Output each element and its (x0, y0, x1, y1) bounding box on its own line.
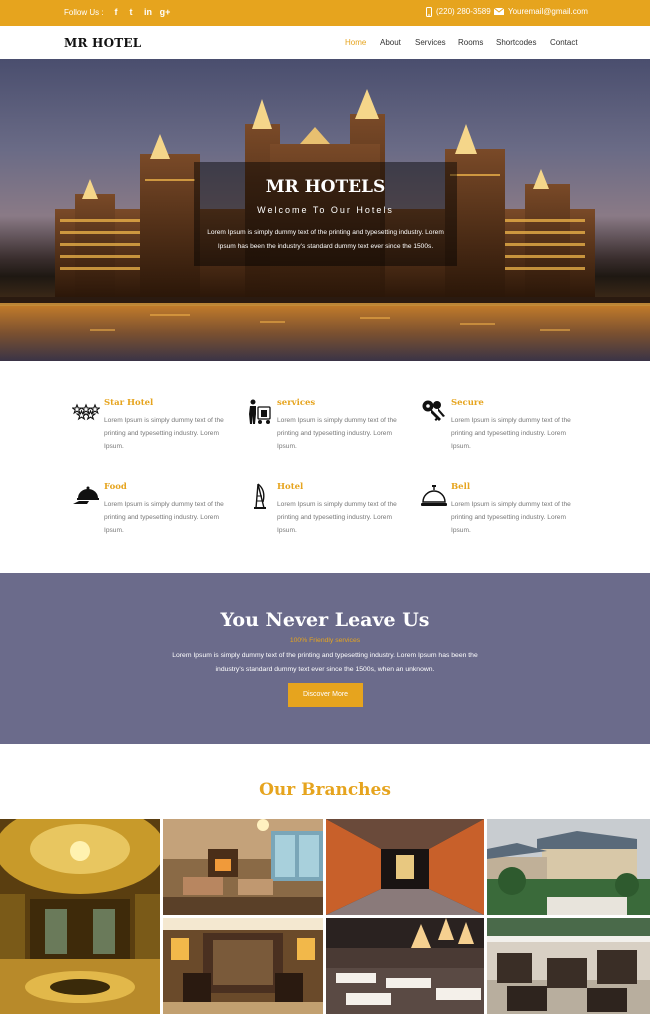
phone-icon (426, 7, 432, 17)
main-navbar: MR HOTEL Home About Services Rooms Short… (0, 26, 650, 59)
branch-photo-patio-seating[interactable] (487, 918, 650, 1014)
phone-contact[interactable]: (220) 280-3589 (426, 7, 491, 17)
hero-title: MR HOTELS (265, 177, 386, 197)
email-address: Youremail@gmail.com (508, 7, 588, 16)
branch-photo-golden-lobby[interactable] (0, 819, 160, 1014)
hero-banner: MR HOTELS Welcome To Our Hotels Lorem Ip… (0, 59, 650, 361)
email-contact[interactable]: Youremail@gmail.com (494, 7, 588, 16)
linkedin-icon[interactable]: in (142, 6, 154, 18)
branches-title: Our Branches (259, 780, 391, 800)
site-logo[interactable]: MR HOTEL (64, 36, 141, 50)
food-cloche-icon (73, 486, 99, 504)
nav-home[interactable]: Home (345, 38, 366, 47)
nav-rooms[interactable]: Rooms (458, 38, 483, 47)
branch-photo-resort-exterior[interactable] (487, 819, 650, 915)
twitter-icon[interactable]: t (125, 6, 137, 18)
service-title-services: services (277, 398, 316, 408)
hotel-tower-icon (254, 483, 266, 509)
bellboy-icon (249, 399, 271, 424)
facebook-icon[interactable]: f (110, 6, 122, 18)
banner-subtitle: 100% Friendly services (289, 637, 361, 644)
stars-icon (72, 403, 100, 421)
nav-about[interactable]: About (380, 38, 401, 47)
service-title-food: Food (104, 482, 127, 492)
nav-contact[interactable]: Contact (550, 38, 578, 47)
phone-number: (220) 280-3589 (436, 7, 491, 17)
promo-banner: You Never Leave Us 100% Friendly service… (0, 573, 650, 744)
service-text-secure: Lorem Ipsum is simply dummy text of the … (451, 417, 571, 450)
service-title-star-hotel: Star Hotel (104, 398, 154, 408)
service-bell-icon (421, 485, 447, 506)
nav-shortcodes[interactable]: Shortcodes (496, 38, 536, 47)
branch-photo-dining-hall[interactable] (326, 918, 484, 1014)
service-text-bell: Lorem Ipsum is simply dummy text of the … (451, 501, 571, 534)
hero-description: Lorem Ipsum is simply dummy text of the … (207, 229, 444, 250)
mail-icon (494, 8, 504, 16)
banner-description: Lorem Ipsum is simply dummy text of the … (172, 652, 478, 673)
service-title-secure: Secure (451, 398, 484, 408)
top-bar: Follow Us : f t in g+ (220) 280-3589 You… (0, 0, 650, 26)
service-title-hotel: Hotel (277, 482, 304, 492)
nav-services[interactable]: Services (415, 38, 446, 47)
branch-photo-orange-hallway[interactable] (326, 819, 484, 915)
service-text-food: Lorem Ipsum is simply dummy text of the … (104, 501, 224, 534)
branch-photo-lobby-lamps[interactable] (163, 918, 323, 1014)
service-title-bell: Bell (451, 482, 471, 492)
branch-photo-lounge-fireplace[interactable] (163, 819, 323, 915)
hero-subtitle: Welcome To Our Hotels (257, 205, 394, 215)
service-text-star-hotel: Lorem Ipsum is simply dummy text of the … (104, 417, 224, 450)
discover-more-button[interactable]: Discover More (288, 683, 363, 707)
service-text-hotel: Lorem Ipsum is simply dummy text of the … (277, 501, 397, 534)
googleplus-icon[interactable]: g+ (159, 6, 171, 18)
keys-icon (422, 400, 445, 421)
banner-title: You Never Leave Us (220, 609, 430, 631)
follow-us-label: Follow Us : (64, 8, 104, 17)
service-text-services: Lorem Ipsum is simply dummy text of the … (277, 417, 397, 450)
